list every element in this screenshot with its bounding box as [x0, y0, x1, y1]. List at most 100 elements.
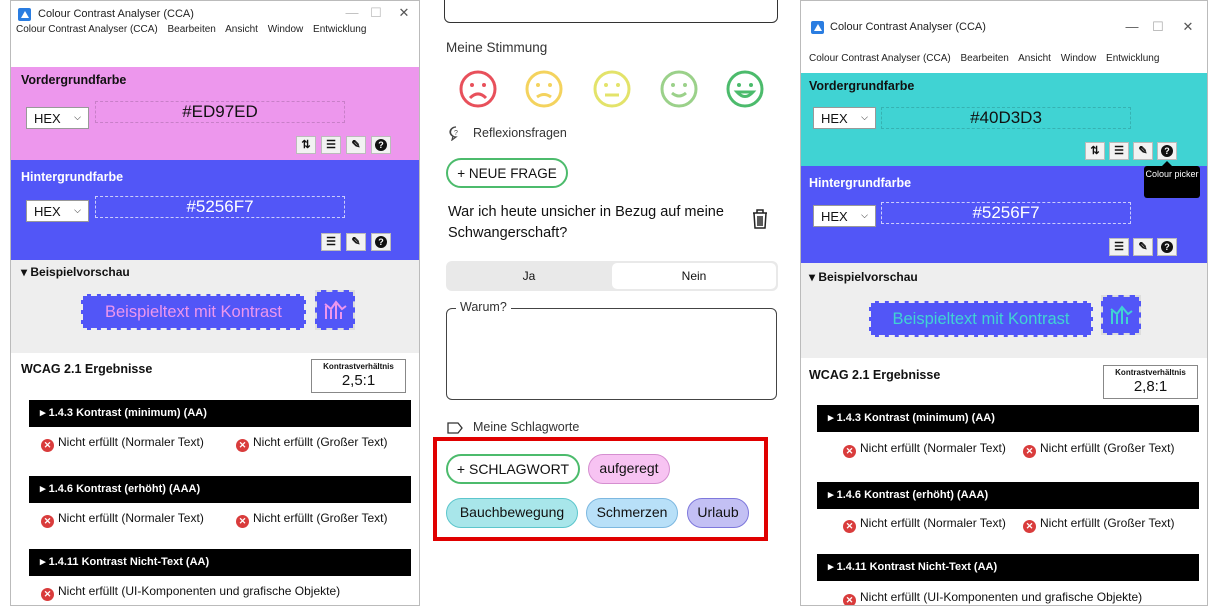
background-format-select[interactable]: HEX ⌵ — [813, 205, 876, 227]
help-button[interactable]: ? — [371, 136, 391, 154]
menu-view[interactable]: Ansicht — [1018, 53, 1051, 64]
speech-bubble-icon: ? — [449, 126, 458, 141]
result-ui-components: ✕ Nicht erfüllt (UI-Komponenten und grafi… — [843, 591, 1207, 605]
result-large-text: ✕ Nicht erfüllt (Großer Text) — [236, 436, 419, 452]
mood-very-sad-icon[interactable] — [458, 69, 498, 109]
menu-bar: Colour Contrast Analyser (CCA) Bearbeite… — [11, 24, 419, 41]
colour-picker-button[interactable]: ✎ — [346, 136, 366, 154]
mood-happy-icon[interactable] — [659, 69, 699, 109]
app-logo-icon — [18, 8, 31, 21]
chevron-down-icon: ⌵ — [74, 205, 81, 215]
ratio-value: 2,8:1 — [1133, 378, 1168, 395]
tag-schmerzen[interactable]: Schmerzen — [586, 498, 678, 528]
fail-icon: ✕ — [41, 515, 54, 528]
result-normal-text: ✕ Nicht erfüllt (Normaler Text) — [41, 512, 221, 528]
help-button[interactable]: ? — [1157, 142, 1177, 160]
criterion-1-4-3[interactable]: ▸ 1.4.3 Kontrast (minimum) (AA) — [817, 405, 1199, 432]
mood-label: Meine Stimmung — [446, 40, 548, 55]
fail-icon: ✕ — [1023, 520, 1036, 533]
close-button[interactable]: ✕ — [395, 5, 413, 21]
new-question-button[interactable]: + NEUE FRAGE — [446, 158, 568, 188]
answer-yes-button[interactable]: Ja — [446, 261, 612, 291]
criterion-1-4-3[interactable]: ▸ 1.4.3 Kontrast (minimum) (AA) — [29, 400, 411, 427]
fail-icon: ✕ — [843, 445, 856, 458]
close-button[interactable]: ✕ — [1179, 19, 1197, 35]
background-label: Hintergrundfarbe — [809, 176, 912, 190]
fail-icon: ✕ — [41, 588, 54, 601]
minimize-button[interactable]: — — [1123, 19, 1141, 34]
app-logo-icon — [811, 21, 824, 34]
answer-no-button[interactable]: Nein — [612, 263, 776, 289]
question-text: War ich heute unsicher in Bezug auf mein… — [448, 204, 724, 241]
menu-app[interactable]: Colour Contrast Analyser (CCA) — [16, 24, 158, 35]
help-icon: ? — [1161, 241, 1173, 253]
ratio-label: Kontrastverhältnis — [1115, 368, 1186, 377]
criterion-1-4-6[interactable]: ▸ 1.4.6 Kontrast (erhöht) (AAA) — [29, 476, 411, 503]
maximize-button[interactable]: ☐ — [1149, 19, 1167, 35]
help-button[interactable]: ? — [1157, 238, 1177, 256]
result-large-text: ✕ Nicht erfüllt (Großer Text) — [1023, 442, 1207, 458]
background-hex-input[interactable]: #5256F7 — [881, 202, 1131, 224]
tag-aufgeregt[interactable]: aufgeregt — [588, 454, 670, 484]
title-bar: Colour Contrast Analyser (CCA) — ☐ ✕ — [801, 15, 1207, 41]
mood-very-happy-icon[interactable] — [725, 69, 765, 109]
swap-colors-button[interactable]: ⇅ — [1085, 142, 1105, 160]
background-hex-input[interactable]: #5256F7 — [95, 196, 345, 218]
fail-icon: ✕ — [1023, 445, 1036, 458]
background-label: Hintergrundfarbe — [21, 170, 124, 184]
menu-window[interactable]: Window — [268, 24, 304, 35]
colour-picker-button[interactable]: ✎ — [346, 233, 366, 251]
window-title: Colour Contrast Analyser (CCA) — [830, 21, 986, 33]
colour-picker-button[interactable]: ✎ — [1133, 142, 1153, 160]
menu-app[interactable]: Colour Contrast Analyser (CCA) — [809, 53, 951, 64]
preview-section: ▾ Beispielvorschau Beispieltext mit Kont… — [11, 260, 419, 353]
help-icon: ? — [375, 236, 387, 248]
format-value: HEX — [34, 111, 61, 126]
trash-icon[interactable] — [751, 208, 769, 230]
cca-window-right: Colour Contrast Analyser (CCA) — ☐ ✕ Col… — [800, 0, 1208, 606]
maximize-button[interactable]: ☐ — [367, 5, 385, 21]
add-tag-button[interactable]: + SCHLAGWORT — [446, 454, 580, 484]
reflection-label: Reflexionsfragen — [473, 126, 567, 140]
criterion-1-4-11[interactable]: ▸ 1.4.11 Kontrast Nicht-Text (AA) — [817, 554, 1199, 581]
menu-dev[interactable]: Entwicklung — [1106, 53, 1159, 64]
foreground-format-select[interactable]: HEX ⌵ — [26, 107, 89, 129]
menu-edit[interactable]: Bearbeiten — [168, 24, 216, 35]
chevron-down-icon: ⌵ — [74, 112, 81, 122]
criterion-1-4-11[interactable]: ▸ 1.4.11 Kontrast Nicht-Text (AA) — [29, 549, 411, 576]
swap-colors-button[interactable]: ⇅ — [296, 136, 316, 154]
color-settings-button[interactable]: ☰ — [321, 136, 341, 154]
colour-picker-button[interactable]: ✎ — [1133, 238, 1153, 256]
result-normal-text: ✕ Nicht erfüllt (Normaler Text) — [843, 517, 1013, 533]
color-settings-button[interactable]: ☰ — [1109, 142, 1129, 160]
tag-icon — [447, 422, 463, 434]
help-button[interactable]: ? — [371, 233, 391, 251]
svg-text:?: ? — [454, 130, 458, 137]
background-panel: Hintergrundfarbe HEX ⌵ #5256F7 ☰ ✎ ? — [11, 160, 419, 260]
foreground-format-select[interactable]: HEX ⌵ — [813, 107, 876, 129]
color-settings-button[interactable]: ☰ — [321, 233, 341, 251]
color-settings-button[interactable]: ☰ — [1109, 238, 1129, 256]
preview-toggle[interactable]: ▾ Beispielvorschau — [809, 270, 918, 284]
menu-edit[interactable]: Bearbeiten — [961, 53, 1009, 64]
ratio-label: Kontrastverhältnis — [323, 362, 394, 371]
format-value: HEX — [821, 209, 848, 224]
menu-dev[interactable]: Entwicklung — [313, 24, 366, 35]
foreground-hex-input[interactable]: #ED97ED — [95, 101, 345, 123]
menu-view[interactable]: Ansicht — [225, 24, 258, 35]
text-input-top[interactable] — [444, 0, 778, 23]
criterion-1-4-6[interactable]: ▸ 1.4.6 Kontrast (erhöht) (AAA) — [817, 482, 1199, 509]
menu-bar: Colour Contrast Analyser (CCA) Bearbeite… — [801, 53, 1207, 70]
tag-urlaub[interactable]: Urlaub — [687, 498, 749, 528]
preview-toggle[interactable]: ▾ Beispielvorschau — [21, 265, 130, 279]
tag-bauchbewegung[interactable]: Bauchbewegung — [446, 498, 578, 528]
why-textarea[interactable] — [446, 308, 777, 400]
format-value: HEX — [34, 204, 61, 219]
background-format-select[interactable]: HEX ⌵ — [26, 200, 89, 222]
mood-neutral-icon[interactable] — [592, 69, 632, 109]
foreground-hex-input[interactable]: #40D3D3 — [881, 107, 1131, 129]
mood-sad-icon[interactable] — [524, 69, 564, 109]
menu-window[interactable]: Window — [1061, 53, 1097, 64]
colour-picker-tooltip: Colour picker — [1144, 161, 1200, 198]
minimize-button[interactable]: — — [343, 5, 361, 20]
